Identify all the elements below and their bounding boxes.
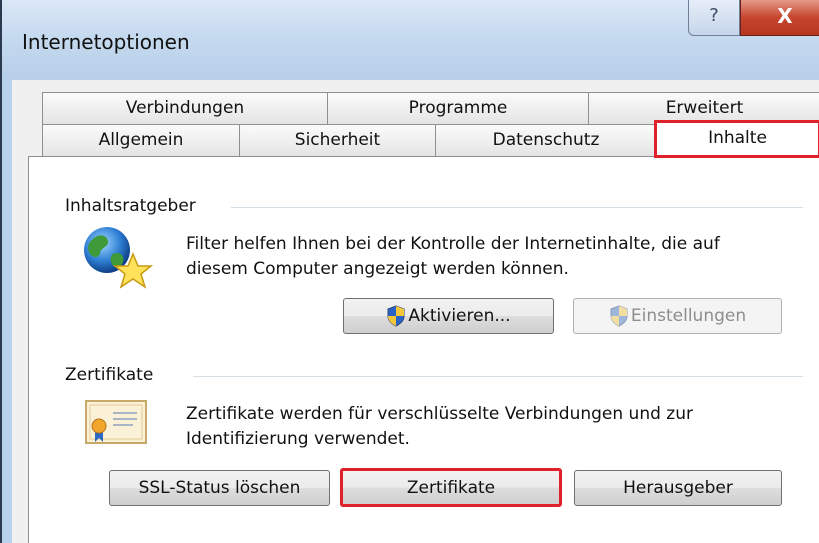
- enable-content-advisor-button[interactable]: Aktivieren...: [343, 298, 554, 334]
- certificate-icon: [85, 400, 147, 444]
- tab-allgemein[interactable]: Allgemein: [42, 124, 240, 156]
- tab-inhalte[interactable]: Inhalte: [654, 120, 819, 158]
- certificates-group-label: Zertifikate: [65, 365, 154, 385]
- title-bar[interactable]: Internetoptionen ? X: [2, 0, 819, 80]
- uac-shield-icon: [610, 305, 628, 327]
- content-advisor-settings-button: Einstellungen: [573, 298, 782, 334]
- tab-verbindungen[interactable]: Verbindungen: [42, 92, 328, 124]
- settings-button-label: Einstellungen: [630, 306, 747, 326]
- publishers-button[interactable]: Herausgeber: [574, 470, 782, 506]
- content-tab-panel: Inhaltsratgeber Filter helfen Ihnen bei …: [28, 156, 819, 543]
- close-button[interactable]: X: [740, 0, 819, 36]
- certificates-description-line2: Identifizierung verwendet.: [186, 429, 410, 449]
- clear-ssl-state-button[interactable]: SSL-Status löschen: [109, 470, 330, 506]
- window-title: Internetoptionen: [22, 30, 190, 54]
- content-advisor-group-label: Inhaltsratgeber: [65, 196, 196, 216]
- enable-button-label: Aktivieren...: [408, 306, 511, 326]
- tab-sicherheit[interactable]: Sicherheit: [239, 124, 436, 156]
- caption-buttons: ? X: [688, 0, 819, 40]
- certificates-description-line1: Zertifikate werden für verschlüsselte Ve…: [186, 404, 693, 424]
- tab-programme[interactable]: Programme: [327, 92, 589, 124]
- certificates-divider: [193, 376, 803, 377]
- help-button[interactable]: ?: [688, 0, 740, 36]
- tab-datenschutz[interactable]: Datenschutz: [435, 124, 657, 156]
- content-advisor-description-line1: Filter helfen Ihnen bei der Kontrolle de…: [186, 234, 720, 254]
- certificates-button[interactable]: Zertifikate: [340, 468, 562, 507]
- globe-star-icon: [84, 227, 154, 289]
- internet-options-window: Internetoptionen ? X Verbindungen Progra…: [0, 0, 819, 543]
- uac-shield-icon: [387, 305, 405, 327]
- content-advisor-divider: [231, 207, 803, 208]
- dialog-client-area: Verbindungen Programme Erweitert Allgeme…: [12, 80, 819, 543]
- content-advisor-description-line2: diesem Computer angezeigt werden können.: [186, 259, 569, 279]
